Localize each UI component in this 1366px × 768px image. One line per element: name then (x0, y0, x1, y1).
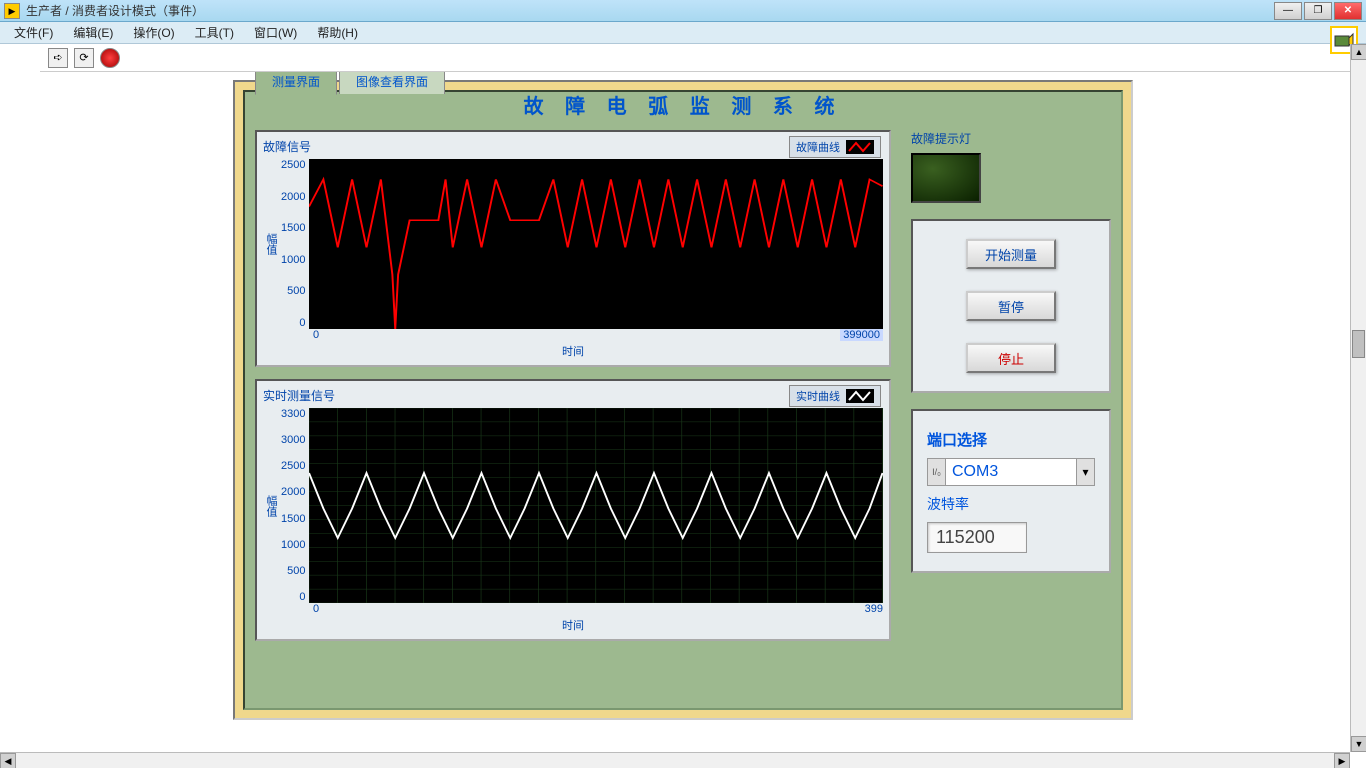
app-title: 故 障 电 弧 监 测 系 统 (524, 90, 843, 119)
fault-led (911, 153, 981, 203)
toolbar: ➪ ⟳ (40, 44, 1366, 72)
scroll-up-icon[interactable]: ▲ (1351, 44, 1366, 60)
realtime-x-ticks: 0 399 (313, 603, 883, 615)
fault-plot[interactable] (309, 159, 883, 329)
baud-label: 波特率 (927, 494, 1095, 514)
scrollbar-horizontal[interactable]: ◀ ▶ (0, 752, 1350, 768)
maximize-button[interactable]: ❐ (1304, 2, 1332, 20)
run-continuous-icon[interactable]: ⟳ (74, 48, 94, 68)
indicator-label: 故障提示灯 (911, 130, 1111, 147)
menubar: 文件(F) 编辑(E) 操作(O) 工具(T) 窗口(W) 帮助(H) (0, 22, 1366, 44)
port-value: COM3 (946, 459, 1076, 485)
stop-button[interactable]: 停止 (966, 343, 1056, 373)
fault-legend[interactable]: 故障曲线 (789, 136, 881, 158)
indicator-area: 故障提示灯 (911, 130, 1111, 203)
menu-window[interactable]: 窗口(W) (246, 22, 305, 43)
realtime-xlabel: 时间 (263, 617, 883, 633)
workspace: 测量界面 图像查看界面 故 障 电 弧 监 测 系 统 故障信号 故障曲线 (0, 72, 1366, 768)
titlebar: ▶ 生产者 / 消费者设计模式（事件） — ❐ ✕ (0, 0, 1366, 22)
close-button[interactable]: ✕ (1334, 2, 1362, 20)
realtime-legend[interactable]: 实时曲线 (789, 385, 881, 407)
realtime-y-ticks: 3300 3000 2500 2000 1500 1000 500 0 (281, 408, 309, 603)
menu-help[interactable]: 帮助(H) (309, 22, 366, 43)
fault-legend-label: 故障曲线 (796, 139, 840, 155)
fault-x-ticks: 0 399000 (313, 329, 883, 341)
panel-outer: 测量界面 图像查看界面 故 障 电 弧 监 测 系 统 故障信号 故障曲线 (233, 80, 1133, 720)
chevron-down-icon[interactable]: ▾ (1076, 459, 1094, 485)
menu-operate[interactable]: 操作(O) (125, 22, 182, 43)
minimize-button[interactable]: — (1274, 2, 1302, 20)
app-icon: ▶ (4, 3, 20, 19)
window-title: 生产者 / 消费者设计模式（事件） (26, 2, 1274, 19)
fault-chart: 故障信号 故障曲线 幅值 2500 2000 1500 (255, 130, 891, 367)
fault-xlabel: 时间 (263, 343, 883, 359)
start-button[interactable]: 开始测量 (966, 239, 1056, 269)
realtime-chart: 实时测量信号 实时曲线 幅值 3300 3000 2500 (255, 379, 891, 641)
port-select[interactable]: I/₀ COM3 ▾ (927, 458, 1095, 486)
scroll-down-icon[interactable]: ▼ (1351, 736, 1366, 752)
realtime-legend-label: 实时曲线 (796, 388, 840, 404)
panel-inner: 测量界面 图像查看界面 故 障 电 弧 监 测 系 统 故障信号 故障曲线 (243, 90, 1123, 710)
port-section-label: 端口选择 (927, 429, 1095, 450)
menu-file[interactable]: 文件(F) (6, 22, 61, 43)
io-prefix-icon: I/₀ (928, 459, 946, 485)
scroll-right-icon[interactable]: ▶ (1334, 753, 1350, 768)
menu-tools[interactable]: 工具(T) (187, 22, 242, 43)
run-icon[interactable]: ➪ (48, 48, 68, 68)
menu-edit[interactable]: 编辑(E) (65, 22, 121, 43)
pause-button[interactable]: 暂停 (966, 291, 1056, 321)
realtime-plot[interactable] (309, 408, 883, 603)
port-panel: 端口选择 I/₀ COM3 ▾ 波特率 115200 (911, 409, 1111, 573)
realtime-legend-swatch (846, 389, 874, 403)
fault-y-ticks: 2500 2000 1500 1000 500 0 (281, 159, 309, 329)
fault-ylabel: 幅值 (263, 233, 279, 255)
baud-value[interactable]: 115200 (927, 522, 1027, 553)
button-panel: 开始测量 暂停 停止 (911, 219, 1111, 393)
scroll-left-icon[interactable]: ◀ (0, 753, 16, 768)
fault-legend-swatch (846, 140, 874, 154)
tab-image-view[interactable]: 图像查看界面 (339, 72, 445, 94)
abort-icon[interactable] (100, 48, 120, 68)
scroll-thumb[interactable] (1352, 330, 1365, 358)
realtime-ylabel: 幅值 (263, 495, 279, 517)
tab-measure[interactable]: 测量界面 (255, 72, 337, 95)
scrollbar-vertical[interactable]: ▲ ▼ (1350, 44, 1366, 752)
